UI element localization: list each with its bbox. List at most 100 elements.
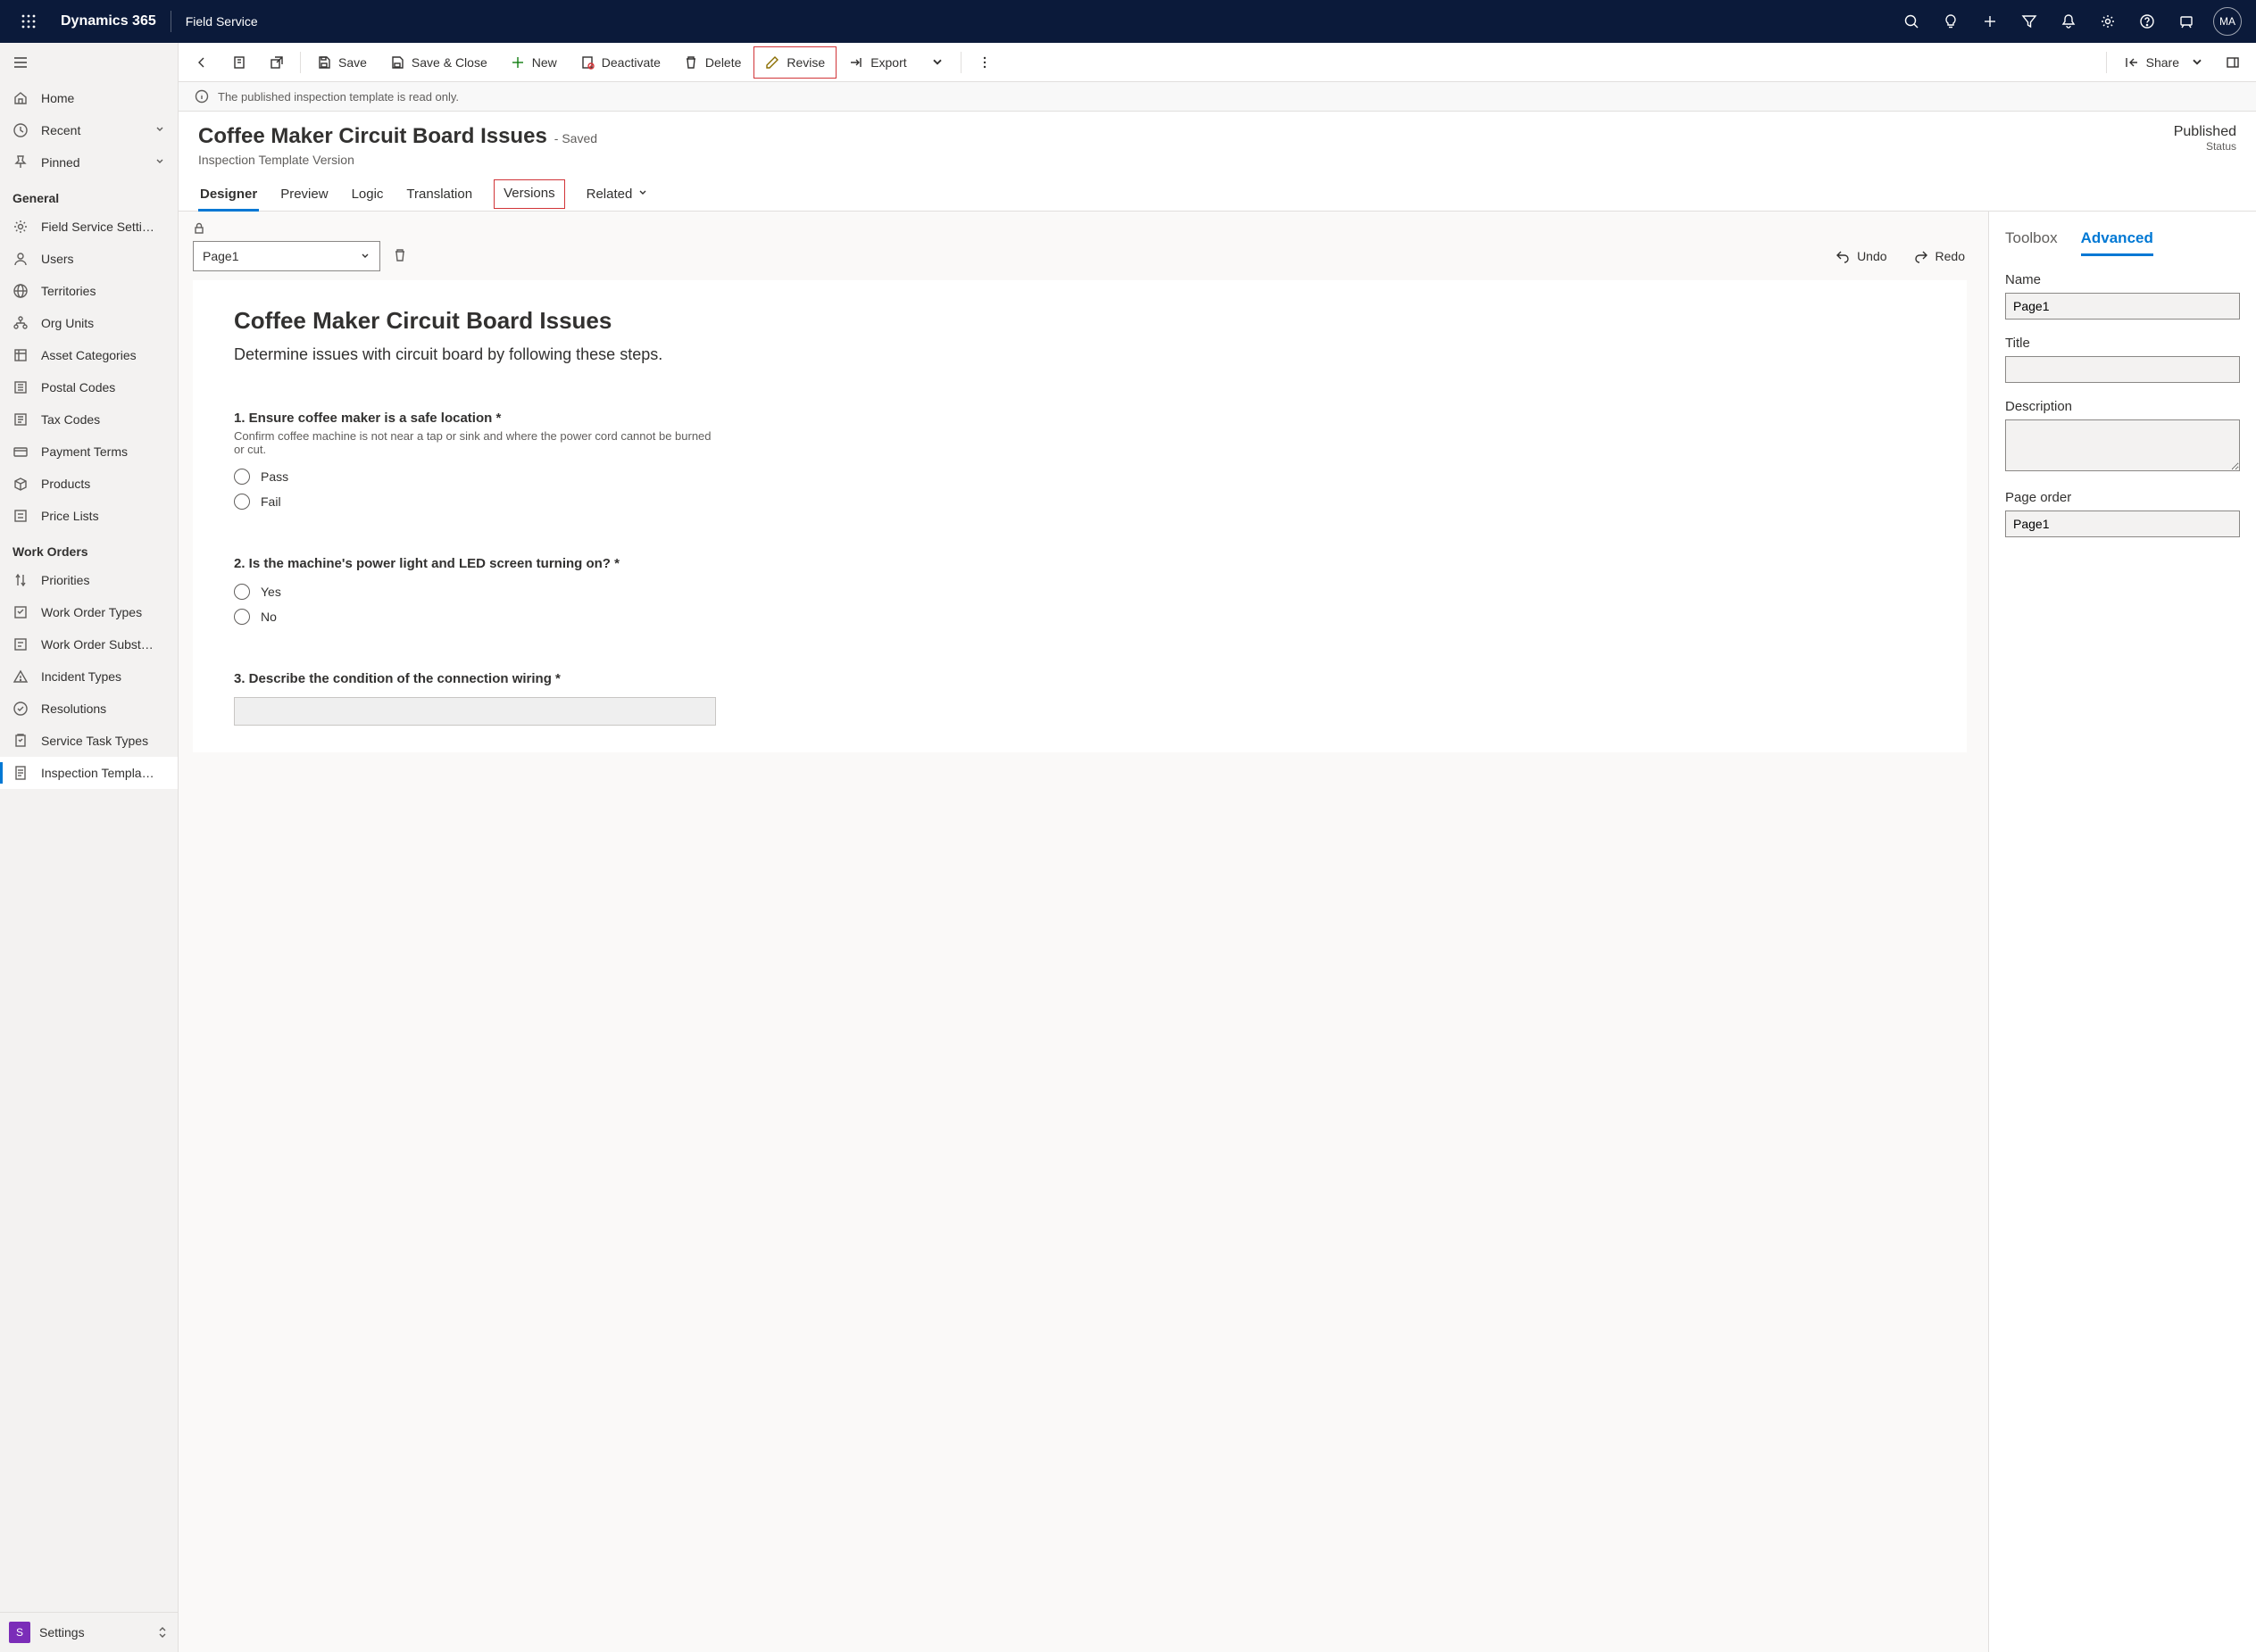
info-icon [195, 89, 209, 104]
nav-item[interactable]: Work Order Subst… [0, 628, 178, 660]
pin-icon [12, 154, 29, 170]
open-new-window-button[interactable] [259, 46, 295, 79]
nav-section-header: Work Orders [0, 532, 178, 564]
overflow-button[interactable] [967, 46, 1003, 79]
nav-item[interactable]: Asset Categories [0, 339, 178, 371]
area-label: Settings [39, 1625, 147, 1640]
back-button[interactable] [184, 46, 220, 79]
prop-name-label: Name [2005, 272, 2240, 287]
tax-icon [12, 411, 29, 428]
export-button[interactable]: Export [838, 46, 917, 79]
nav-item[interactable]: Inspection Templa… [0, 757, 178, 789]
nav-item[interactable]: Work Order Types [0, 596, 178, 628]
question-title: 1. Ensure coffee maker is a safe locatio… [234, 411, 1926, 426]
prop-order-input[interactable] [2005, 511, 2240, 537]
deactivate-button[interactable]: Deactivate [570, 46, 671, 79]
task-icon [12, 733, 29, 749]
add-icon[interactable] [1970, 0, 2010, 43]
app-launcher-icon[interactable] [7, 0, 50, 43]
nav-item[interactable]: Field Service Setti… [0, 211, 178, 243]
nav-item[interactable]: Territories [0, 275, 178, 307]
property-pane: Toolbox Advanced Name Title Description … [1988, 212, 2256, 1652]
question: 3. Describe the condition of the connect… [234, 671, 1926, 726]
help-icon[interactable] [2127, 0, 2167, 43]
assistant-icon[interactable] [2167, 0, 2206, 43]
radio-option[interactable]: Yes [234, 584, 1926, 600]
nav-label: Asset Categories [41, 348, 165, 362]
prop-order-label: Page order [2005, 490, 2240, 505]
side-panel-button[interactable] [2215, 46, 2251, 79]
status-label: Status [2174, 140, 2236, 153]
redo-button[interactable]: Redo [1905, 244, 1974, 269]
bell-icon[interactable] [2049, 0, 2088, 43]
save-button[interactable]: Save [306, 46, 378, 79]
radio-option[interactable]: Pass [234, 469, 1926, 485]
sidebar-toggle-icon[interactable] [0, 43, 178, 82]
nav-item[interactable]: Recent [0, 114, 178, 146]
nav-label: Inspection Templa… [41, 766, 165, 780]
share-button[interactable]: Share [2114, 46, 2215, 79]
area-switcher[interactable]: S Settings [0, 1613, 178, 1652]
new-button[interactable]: New [500, 46, 568, 79]
tab-logic[interactable]: Logic [350, 179, 386, 211]
question-title: 2. Is the machine's power light and LED … [234, 556, 1926, 571]
nav-item[interactable]: Home [0, 82, 178, 114]
chevron-down-icon [360, 251, 370, 261]
export-chevron[interactable] [920, 46, 955, 79]
radio-icon [234, 469, 250, 485]
left-sidebar: HomeRecentPinned GeneralField Service Se… [0, 43, 179, 1652]
save-close-button[interactable]: Save & Close [379, 46, 498, 79]
nav-item[interactable]: Incident Types [0, 660, 178, 693]
nav-item[interactable]: Products [0, 468, 178, 500]
tab-designer[interactable]: Designer [198, 179, 259, 211]
radio-option[interactable]: No [234, 609, 1926, 625]
chevron-down-icon [637, 187, 648, 202]
prop-title-label: Title [2005, 336, 2240, 351]
delete-page-button[interactable] [389, 245, 411, 269]
tab-related[interactable]: Related [585, 179, 651, 211]
record-subtitle: Inspection Template Version [198, 153, 597, 167]
record-header: Coffee Maker Circuit Board Issues - Save… [179, 112, 2256, 167]
filter-icon[interactable] [2010, 0, 2049, 43]
prop-title-input[interactable] [2005, 356, 2240, 383]
prop-desc-input[interactable] [2005, 419, 2240, 471]
revise-button[interactable]: Revise [753, 46, 837, 79]
nav-item[interactable]: Price Lists [0, 500, 178, 532]
status-value: Published [2174, 124, 2236, 140]
tab-preview[interactable]: Preview [279, 179, 329, 211]
nav-item[interactable]: Service Task Types [0, 725, 178, 757]
lightbulb-icon[interactable] [1931, 0, 1970, 43]
tab-versions[interactable]: Versions [494, 179, 565, 209]
asset-icon [12, 347, 29, 363]
nav-label: Products [41, 477, 165, 491]
nav-label: Org Units [41, 316, 165, 330]
prop-tab-advanced[interactable]: Advanced [2081, 224, 2153, 256]
radio-option[interactable]: Fail [234, 494, 1926, 510]
prop-name-input[interactable] [2005, 293, 2240, 320]
nav-item[interactable]: Payment Terms [0, 436, 178, 468]
prop-tab-toolbox[interactable]: Toolbox [2005, 224, 2058, 256]
page-selector[interactable]: Page1 [193, 241, 380, 271]
main-content: Save Save & Close New Deactivate Delete … [179, 43, 2256, 1652]
nav-item[interactable]: Users [0, 243, 178, 275]
delete-button[interactable]: Delete [673, 46, 752, 79]
module-name[interactable]: Field Service [175, 14, 269, 29]
nav-label: Priorities [41, 573, 165, 587]
nav-item[interactable]: Pinned [0, 146, 178, 178]
search-icon[interactable] [1892, 0, 1931, 43]
user-avatar[interactable]: MA [2213, 7, 2242, 36]
nav-item[interactable]: Priorities [0, 564, 178, 596]
product-name[interactable]: Dynamics 365 [50, 13, 167, 29]
prop-desc-label: Description [2005, 399, 2240, 414]
nav-item[interactable]: Postal Codes [0, 371, 178, 403]
nav-item[interactable]: Resolutions [0, 693, 178, 725]
command-bar: Save Save & Close New Deactivate Delete … [179, 43, 2256, 82]
gear-icon[interactable] [2088, 0, 2127, 43]
record-set-button[interactable] [221, 46, 257, 79]
nav-item[interactable]: Org Units [0, 307, 178, 339]
nav-item[interactable]: Tax Codes [0, 403, 178, 436]
text-answer-input[interactable] [234, 697, 716, 726]
tab-translation[interactable]: Translation [404, 179, 474, 211]
option-label: Pass [261, 469, 288, 484]
undo-button[interactable]: Undo [1827, 244, 1895, 269]
